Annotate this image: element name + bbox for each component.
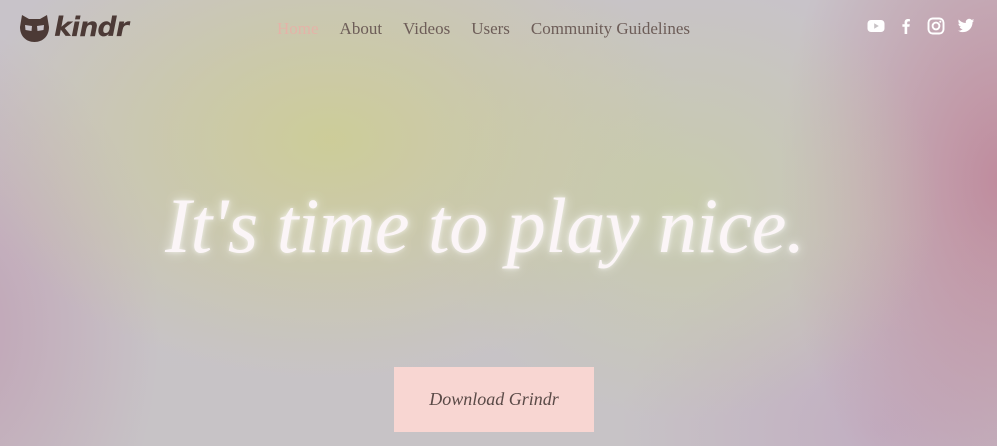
youtube-icon[interactable] [867,17,885,35]
instagram-icon[interactable] [927,17,945,35]
mask-icon [19,13,50,43]
nav-item-users[interactable]: Users [471,19,510,39]
nav-item-about[interactable]: About [340,19,383,39]
download-grindr-button[interactable]: Download Grindr [394,367,594,432]
main-nav: Home About Videos Users Community Guidel… [277,19,690,39]
brand-logo[interactable]: kindr [19,12,129,43]
nav-item-videos[interactable]: Videos [403,19,450,39]
nav-item-home[interactable]: Home [277,19,319,39]
facebook-icon[interactable] [897,17,915,35]
twitter-icon[interactable] [957,17,975,35]
logo-wordmark: kindr [54,12,129,43]
hero-headline: It's time to play nice. [165,182,805,269]
social-links [867,17,975,35]
top-navbar: kindr Home About Videos Users Community … [0,0,997,60]
nav-item-community-guidelines[interactable]: Community Guidelines [531,19,690,39]
